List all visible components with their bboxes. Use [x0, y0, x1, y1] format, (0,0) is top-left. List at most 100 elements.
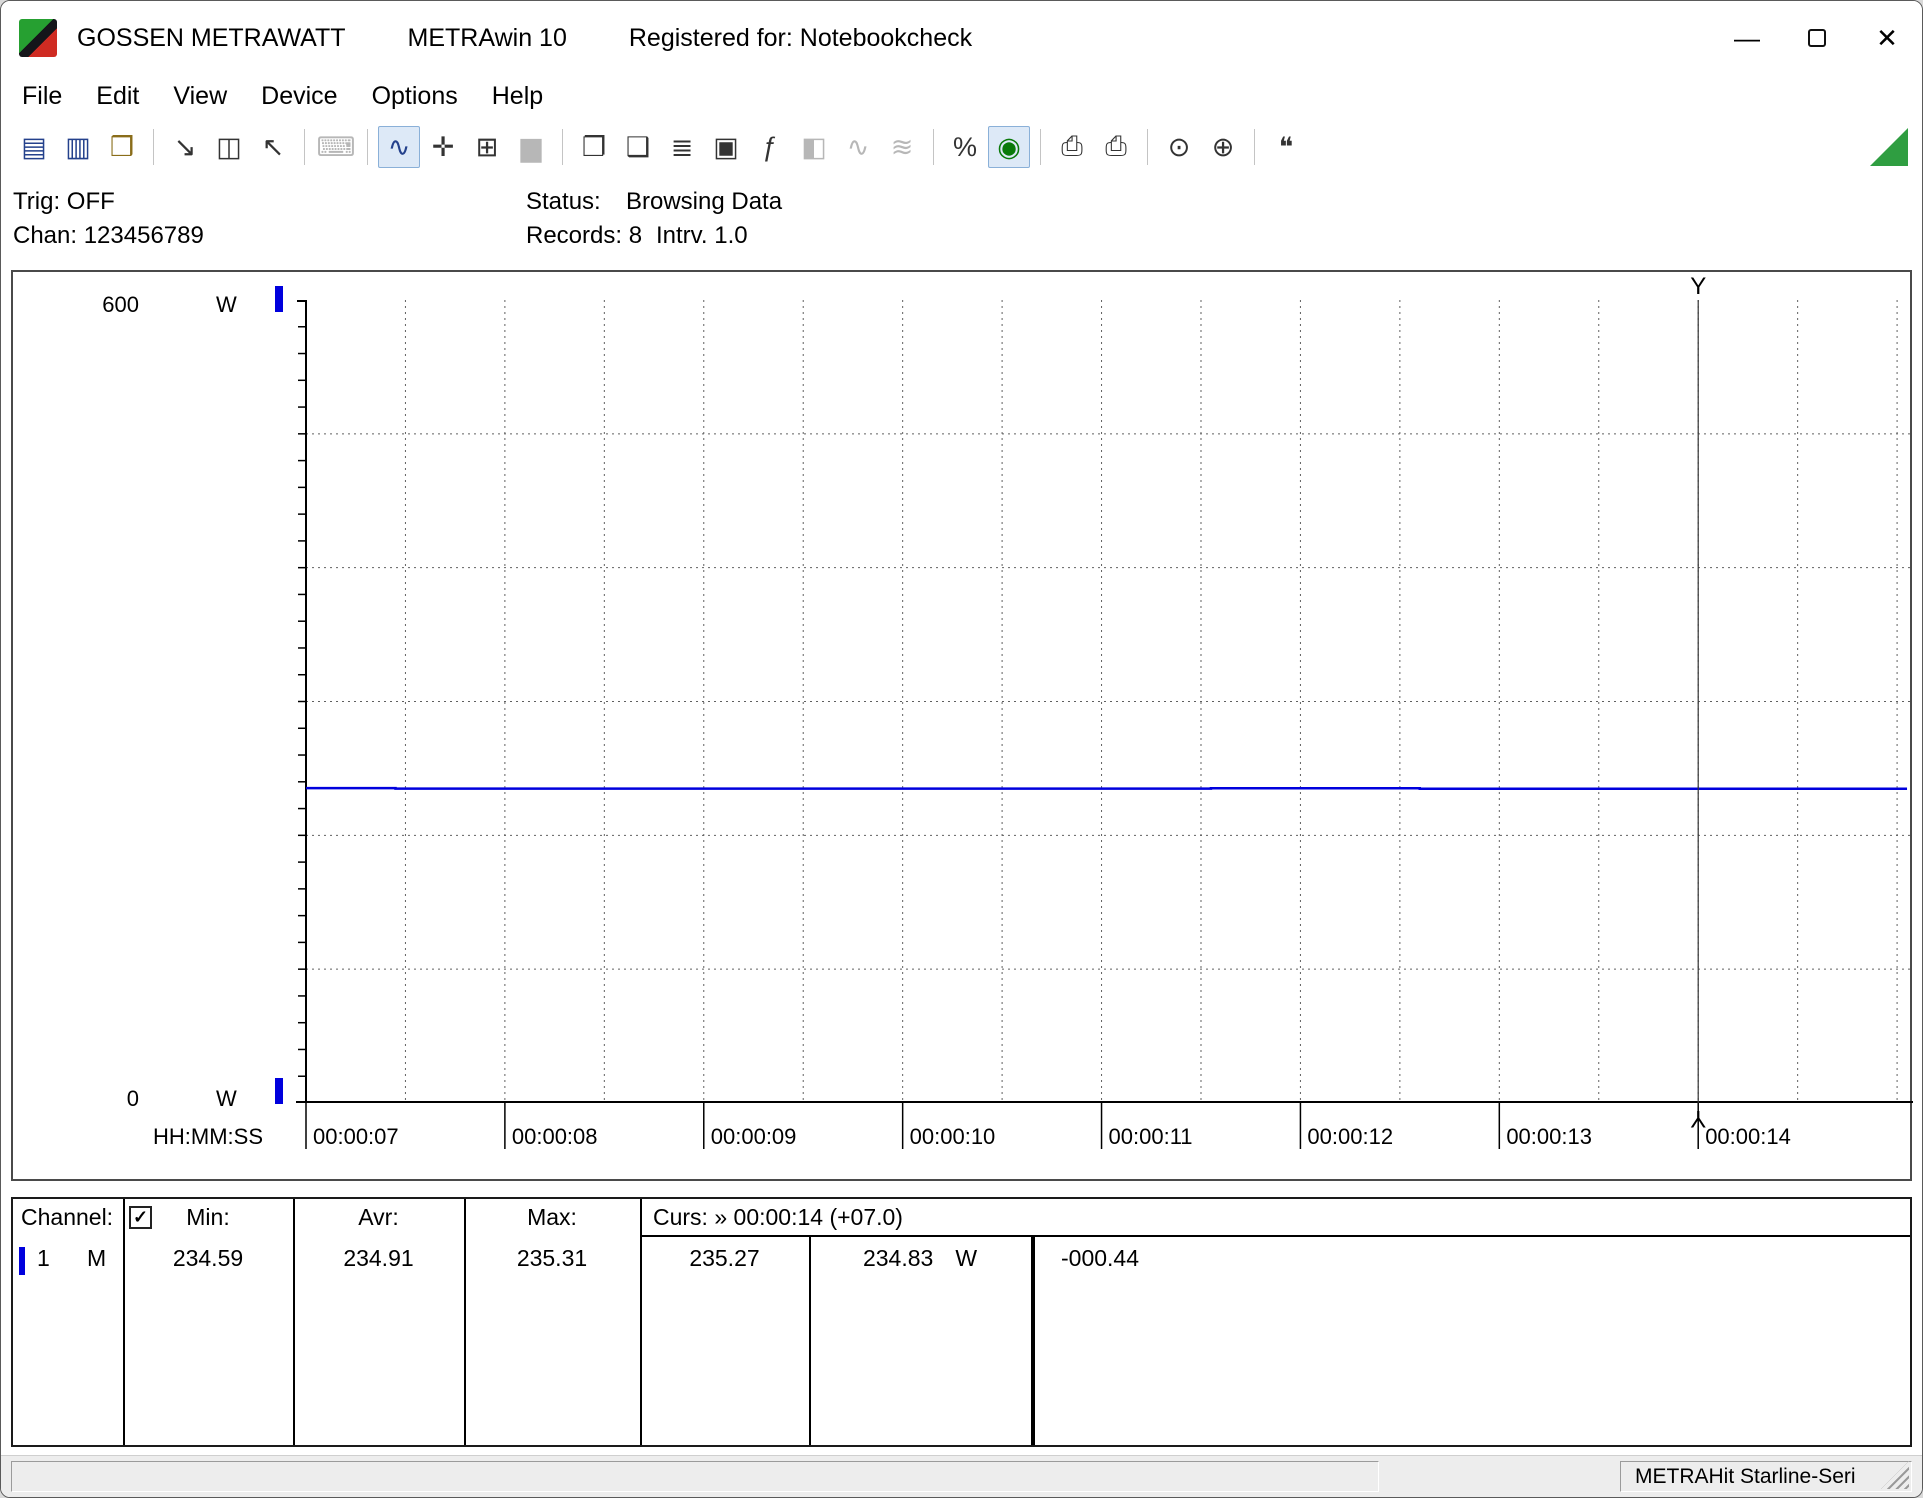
max-value: 235.31 [464, 1245, 640, 1272]
cursor-value-2: 234.83 [863, 1245, 933, 1272]
green-corner-triangle-icon [1870, 128, 1908, 166]
x-tick-label: 00:00:09 [711, 1124, 797, 1150]
menu-item-file[interactable]: File [5, 82, 79, 111]
plot-svg[interactable]: YY [306, 300, 1913, 1103]
save-icon[interactable]: ▤ [13, 126, 55, 168]
min-value: 234.59 [123, 1245, 293, 1272]
cursor-top-marker: Y [1690, 273, 1706, 300]
toolbar-separator [562, 129, 563, 165]
cursor-bottom-marker: Y [1690, 1105, 1706, 1132]
table-divider [464, 1199, 466, 1445]
table-divider [123, 1199, 125, 1445]
comment-icon[interactable]: ❝ [1265, 126, 1307, 168]
cursor-value-2-cell: 234.83 W [809, 1245, 1031, 1272]
toolbar-separator [1147, 129, 1148, 165]
avr-value: 234.91 [293, 1245, 464, 1272]
menu-item-options[interactable]: Options [355, 82, 475, 111]
trigger-status: Trig: OFF [13, 188, 115, 216]
col-header-channel: Channel: [21, 1204, 113, 1231]
crosshair-icon[interactable]: ✛ [422, 126, 464, 168]
y-axis-bottom-channel-marker [275, 1078, 283, 1104]
records-status: Records: 8 [526, 222, 642, 250]
app-logo-icon [19, 19, 57, 57]
write-device-icon[interactable]: ↖ [252, 126, 294, 168]
percent-clock-icon[interactable]: % [944, 126, 986, 168]
display-icon[interactable]: ◧ [793, 126, 835, 168]
cursor-header-underline [640, 1235, 1910, 1237]
print-report-icon[interactable]: ⎙ [1095, 126, 1137, 168]
minimize-button[interactable]: — [1712, 1, 1782, 75]
title-app-name: METRAwin 10 [408, 24, 567, 53]
y-axis-min-label: 0 [79, 1086, 139, 1112]
toolbar-separator [304, 129, 305, 165]
toolbar-separator [1040, 129, 1041, 165]
x-tick-label: 00:00:07 [313, 1124, 399, 1150]
close-button[interactable]: ✕ [1852, 1, 1922, 75]
keypad-icon[interactable]: ⌨ [315, 126, 357, 168]
app-window: GOSSEN METRAWATT METRAwin 10 Registered … [0, 0, 1923, 1498]
y-axis-max-label: 600 [79, 292, 139, 318]
toolbar: ▤▥❒↘◫↖⌨∿✛⊞▆❐❑≣▣ƒ◧∿≋%◉⎙⎙⊙⊕❝ [1, 118, 1922, 176]
cursor-delta-value: -000.44 [1061, 1245, 1139, 1272]
zoom-icon[interactable]: ⊕ [1202, 126, 1244, 168]
channel-color-bar [19, 1247, 25, 1275]
print-icon[interactable]: ⎙ [1051, 126, 1093, 168]
status-value: Browsing Data [626, 188, 782, 216]
x-tick-label: 00:00:08 [512, 1124, 598, 1150]
channel-mode: M [87, 1245, 106, 1272]
chart-panel: 600 W 0 W YY HH:MM:SS 00:00:0700:00:0800… [11, 270, 1912, 1181]
curve-view-icon[interactable]: ∿ [378, 126, 420, 168]
window-export-icon[interactable]: ❐ [573, 126, 615, 168]
save-add-icon[interactable]: ▥ [57, 126, 99, 168]
menu-item-edit[interactable]: Edit [79, 82, 156, 111]
col-header-avr: Avr: [293, 1204, 464, 1231]
status-bar: METRAHit Starline-Seri [1, 1455, 1922, 1497]
col-header-cursor: Curs: » 00:00:14 (+07.0) [653, 1204, 903, 1231]
menu-bar: FileEditViewDeviceOptionsHelp [1, 75, 1922, 118]
device-memory-icon[interactable]: ◫ [208, 126, 250, 168]
table-divider-thick [1031, 1235, 1035, 1445]
measurement-table: Channel: ✓ Min: Avr: Max: Curs: » 00:00:… [11, 1197, 1912, 1447]
close-icon: ✕ [1876, 23, 1898, 54]
channel-status: Chan: 123456789 [13, 222, 204, 250]
read-device-icon[interactable]: ↘ [164, 126, 206, 168]
table-divider [293, 1199, 295, 1445]
menu-item-help[interactable]: Help [475, 82, 560, 111]
toolbar-separator [1254, 129, 1255, 165]
col-header-min: Min: [123, 1204, 293, 1231]
toolbar-separator [153, 129, 154, 165]
table-view-icon[interactable]: ⊞ [466, 126, 508, 168]
title-brand: GOSSEN METRAWATT [77, 24, 346, 53]
maximize-button[interactable] [1782, 1, 1852, 75]
open-icon[interactable]: ❒ [101, 126, 143, 168]
menu-item-view[interactable]: View [156, 82, 244, 111]
waveform-icon[interactable]: ∿ [837, 126, 879, 168]
device-status-box: METRAHit Starline-Seri [1620, 1461, 1912, 1492]
device-window-icon[interactable]: ❑ [617, 126, 659, 168]
waveform-dense-icon[interactable]: ≋ [881, 126, 923, 168]
x-tick-label: 00:00:14 [1705, 1124, 1791, 1150]
info-bar: Trig: OFF Chan: 123456789 Status: Browsi… [1, 176, 1922, 266]
col-header-max: Max: [464, 1204, 640, 1231]
y-axis-min-unit: W [216, 1086, 237, 1112]
minimize-icon: — [1734, 23, 1760, 54]
resize-grip[interactable] [1881, 1461, 1909, 1489]
list-view-icon[interactable]: ≣ [661, 126, 703, 168]
zoom-curve-icon[interactable]: ⊙ [1158, 126, 1200, 168]
stopwatch-icon[interactable]: ◉ [988, 126, 1030, 168]
monitor-icon[interactable]: ▣ [705, 126, 747, 168]
cursor-value-unit: W [955, 1245, 977, 1272]
x-tick-label: 00:00:10 [910, 1124, 996, 1150]
status-message-area [11, 1461, 1379, 1492]
bar-view-icon[interactable]: ▆ [510, 126, 552, 168]
x-tick-label: 00:00:12 [1307, 1124, 1393, 1150]
function-icon[interactable]: ƒ [749, 126, 791, 168]
toolbar-separator [367, 129, 368, 165]
y-axis-top-channel-marker [275, 286, 283, 312]
connected-device-name: METRAHit Starline-Seri [1635, 1465, 1856, 1489]
menu-item-device[interactable]: Device [244, 82, 354, 111]
x-tick-label: 00:00:11 [1109, 1124, 1193, 1150]
y-axis-max-unit: W [216, 292, 237, 318]
interval-status: Intrv. 1.0 [656, 222, 748, 250]
toolbar-separator [933, 129, 934, 165]
